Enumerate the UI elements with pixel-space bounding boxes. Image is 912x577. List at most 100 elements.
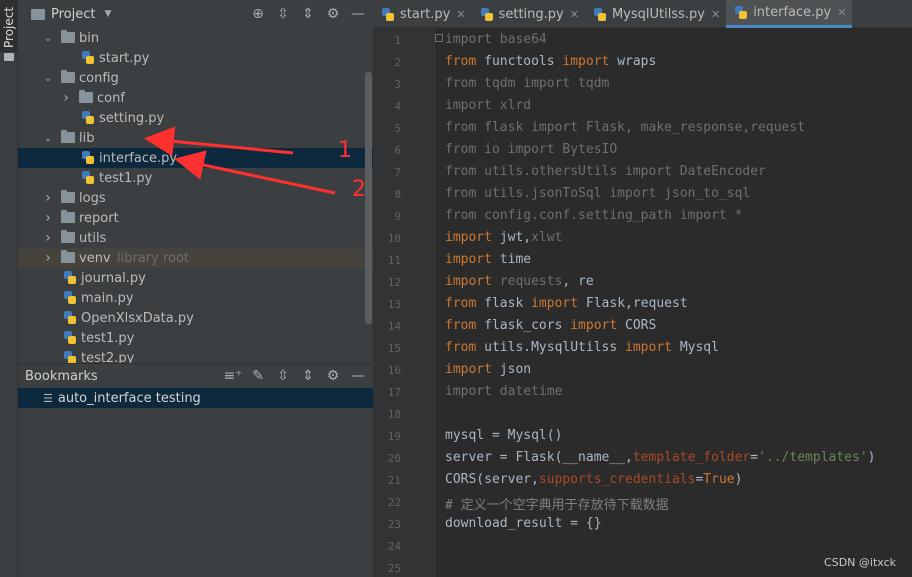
chevron-right-icon[interactable]: ›: [42, 250, 54, 266]
tree-file-row[interactable]: test1.py: [18, 168, 373, 188]
line-number: 16: [387, 364, 401, 377]
bookmark-label: auto_interface testing: [57, 390, 201, 406]
tree-file-row[interactable]: test1.py: [18, 328, 373, 348]
tree-scrollbar[interactable]: [365, 72, 372, 324]
folder-icon: [61, 230, 75, 243]
code-line[interactable]: CORS(server,supports_credentials=True): [445, 472, 742, 487]
tree-folder-row[interactable]: ⌄ bin: [18, 28, 373, 48]
code-line[interactable]: from flask import Flask,request: [445, 296, 688, 311]
project-panel-title[interactable]: Project: [51, 7, 95, 22]
line-number: 14: [387, 320, 401, 333]
gear-icon[interactable]: ⚙: [324, 367, 342, 385]
fold-marker-icon[interactable]: [435, 34, 443, 42]
tree-item-label: lib: [79, 130, 95, 146]
project-tree: ⌄ bin start.py ⌄ config › conf setting.py ⌄ lib in…: [18, 28, 373, 363]
editor-tab[interactable]: interface.py ✕: [726, 0, 853, 28]
chevron-down-icon[interactable]: ▼: [104, 9, 111, 19]
code-line[interactable]: import jwt,xlwt: [445, 230, 562, 245]
tree-file-row[interactable]: main.py: [18, 288, 373, 308]
library-root-hint: library root: [117, 250, 190, 266]
python-file-icon: [734, 5, 748, 20]
close-icon[interactable]: ✕: [711, 8, 720, 21]
code-line[interactable]: from utils.jsonToSql import json_to_sql: [445, 186, 750, 201]
chevron-right-icon[interactable]: ›: [42, 230, 54, 246]
tab-label: setting.py: [498, 6, 564, 22]
tree-folder-row[interactable]: › logs: [18, 188, 373, 208]
tree-item-label: conf: [97, 90, 125, 106]
close-icon[interactable]: ✕: [456, 8, 465, 21]
minimize-icon[interactable]: —: [349, 367, 367, 385]
chevron-right-icon[interactable]: ›: [42, 210, 54, 226]
tree-folder-row[interactable]: › report: [18, 208, 373, 228]
editor-tab[interactable]: setting.py ✕: [472, 0, 585, 28]
line-number: 1: [394, 34, 401, 47]
expand-all-icon[interactable]: ⇳: [274, 5, 292, 23]
tree-folder-row[interactable]: › utils: [18, 228, 373, 248]
tree-folder-row[interactable]: › conf: [18, 88, 373, 108]
line-number: 25: [387, 562, 401, 575]
code-line[interactable]: import base64: [445, 32, 547, 47]
python-file-icon: [63, 350, 77, 363]
close-icon[interactable]: ✕: [837, 6, 846, 19]
code-line[interactable]: from utils.MysqlUtilss import Mysql: [445, 340, 719, 355]
bookmark-list-item[interactable]: ☰ auto_interface testing: [18, 388, 373, 408]
code-line[interactable]: download_result = {}: [445, 516, 602, 531]
code-line[interactable]: from utils.othersUtils import DateEncode…: [445, 164, 766, 179]
editor-tab[interactable]: start.py ✕: [373, 0, 472, 28]
code-line[interactable]: import xlrd: [445, 98, 531, 113]
line-number: 17: [387, 386, 401, 399]
edit-icon[interactable]: ✎: [249, 367, 267, 385]
folder-icon: [61, 250, 75, 263]
code-line[interactable]: import time: [445, 252, 531, 267]
code-line[interactable]: mysql = Mysql(): [445, 428, 562, 443]
code-line[interactable]: # 定义一个空字典用于存放待下载数据: [445, 494, 669, 513]
tree-item-label: venv: [79, 250, 111, 266]
code-line[interactable]: from io import BytesIO: [445, 142, 617, 157]
code-line[interactable]: from functools import wraps: [445, 54, 656, 69]
code-line[interactable]: from flask import Flask, make_response,r…: [445, 120, 805, 135]
watermark: CSDN @itxck: [824, 556, 896, 569]
tool-window-strip: Project: [0, 0, 18, 577]
line-number: 6: [394, 144, 401, 157]
code-line[interactable]: server = Flask(__name__,template_folder=…: [445, 450, 875, 465]
locate-icon[interactable]: ⊕: [249, 5, 267, 23]
tree-folder-row[interactable]: ⌄ config: [18, 68, 373, 88]
chevron-down-icon[interactable]: ⌄: [42, 33, 54, 44]
minimize-icon[interactable]: —: [349, 5, 367, 23]
project-tool-tab[interactable]: Project: [0, 0, 18, 61]
tree-file-row[interactable]: start.py: [18, 48, 373, 68]
add-bookmark-icon[interactable]: ≡⁺: [223, 367, 242, 385]
tree-folder-row[interactable]: › venv library root: [18, 248, 373, 268]
close-icon[interactable]: ✕: [570, 8, 579, 21]
editor-tabs: start.py ✕ setting.py ✕ MysqlUtilss.py ✕ inter…: [373, 0, 912, 28]
collapse-all-icon[interactable]: ⇕: [299, 5, 317, 23]
code-line[interactable]: import json: [445, 362, 531, 377]
collapse-all-icon[interactable]: ⇕: [299, 367, 317, 385]
tree-item-label: report: [79, 210, 119, 226]
code-line[interactable]: import datetime: [445, 384, 562, 399]
chevron-right-icon[interactable]: ›: [42, 190, 54, 206]
expand-all-icon[interactable]: ⇳: [274, 367, 292, 385]
gear-icon[interactable]: ⚙: [324, 5, 342, 23]
code-editor[interactable]: 1 2 3 4 5 6 7 8 9 10 11 12 13 14 15 16 17 18 19 20 21 22 23 24 2…: [373, 28, 912, 577]
folder-icon: [61, 130, 75, 143]
chevron-down-icon[interactable]: ⌄: [42, 133, 54, 144]
tree-file-row[interactable]: test2.py: [18, 348, 373, 363]
code-line[interactable]: from config.conf.setting_path import *: [445, 208, 742, 223]
code-line[interactable]: import requests, re: [445, 274, 594, 289]
editor-tab[interactable]: MysqlUtilss.py ✕: [585, 0, 726, 28]
code-line[interactable]: from flask_cors import CORS: [445, 318, 656, 333]
chevron-down-icon[interactable]: ⌄: [42, 73, 54, 84]
folder-icon: [79, 90, 93, 103]
tree-folder-row[interactable]: ⌄ lib: [18, 128, 373, 148]
python-file-icon: [63, 270, 77, 285]
python-file-icon: [381, 7, 395, 22]
code-line[interactable]: from tqdm import tqdm: [445, 76, 609, 91]
tree-file-row[interactable]: journal.py: [18, 268, 373, 288]
list-icon: ☰: [43, 391, 53, 405]
tree-file-row[interactable]: setting.py: [18, 108, 373, 128]
tree-file-row[interactable]: OpenXlsxData.py: [18, 308, 373, 328]
tab-label: MysqlUtilss.py: [611, 6, 705, 22]
tree-file-row[interactable]: interface.py: [18, 148, 373, 168]
chevron-right-icon[interactable]: ›: [60, 90, 72, 106]
